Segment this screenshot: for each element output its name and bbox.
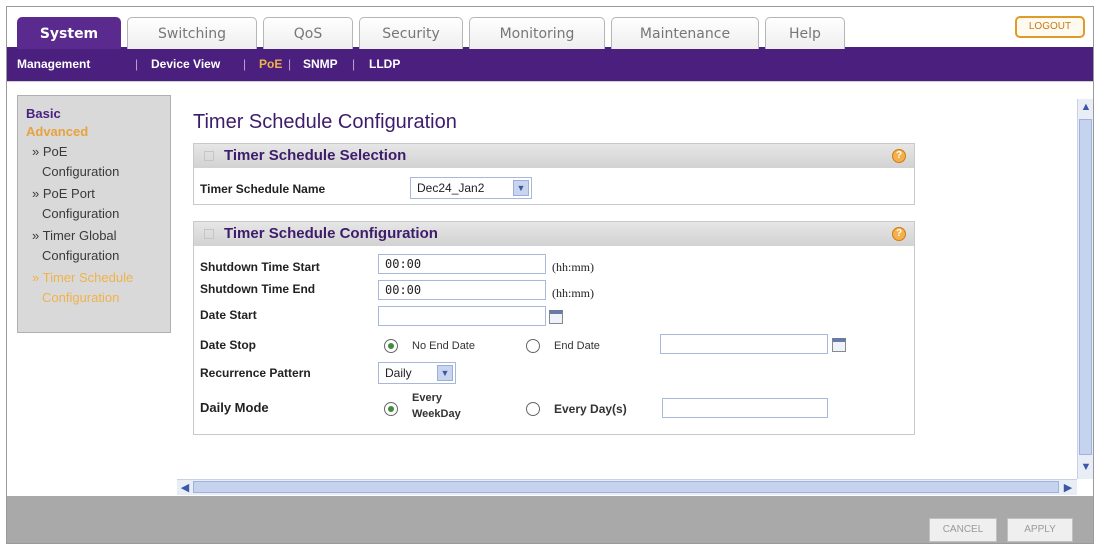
subnav-separator: | — [135, 57, 139, 71]
bullet-icon: » — [32, 270, 40, 285]
every-days-input[interactable] — [662, 398, 828, 418]
tab-system[interactable]: System — [17, 17, 121, 49]
end-date-label: End Date — [554, 340, 600, 352]
page-title: Timer Schedule Configuration — [193, 111, 457, 133]
no-end-date-radio[interactable] — [384, 339, 398, 353]
subnav-management[interactable]: Management — [17, 49, 90, 79]
top-tab-bar: System Switching QoS Security Monitoring… — [7, 7, 1093, 49]
tab-switching[interactable]: Switching — [127, 17, 257, 49]
panel-title: Timer Schedule Configuration — [224, 225, 438, 242]
horizontal-scrollbar[interactable]: ◀ ▶ — [177, 479, 1077, 495]
daily-mode-label: Daily Mode — [200, 400, 269, 415]
scroll-up-icon[interactable]: ▲ — [1079, 101, 1093, 113]
tab-monitoring[interactable]: Monitoring — [469, 17, 605, 49]
time-unit: (hh:mm) — [552, 286, 594, 300]
panel-title: Timer Schedule Selection — [224, 147, 407, 164]
left-menu: Basic Advanced » PoE Configuration » PoE… — [17, 95, 171, 333]
menu-item-timer-global-configuration[interactable]: » Timer Global Configuration — [32, 226, 119, 266]
tab-help[interactable]: Help — [765, 17, 845, 49]
end-date-radio[interactable] — [526, 339, 540, 353]
every-weekday-line: WeekDay — [412, 408, 461, 420]
cancel-button[interactable]: CANCEL — [929, 518, 997, 542]
shutdown-time-end-input[interactable]: 00:00 — [378, 280, 546, 300]
menu-item-label: Configuration — [42, 248, 120, 263]
subnav-separator: | — [352, 57, 356, 71]
app-window: System Switching QoS Security Monitoring… — [6, 6, 1094, 544]
subnav-separator: | — [243, 57, 247, 71]
tab-qos[interactable]: QoS — [263, 17, 353, 49]
selected-value: Daily — [385, 366, 412, 380]
grip-icon — [204, 229, 214, 239]
every-weekday-label: Every WeekDay — [412, 390, 461, 422]
chevron-down-icon: ▼ — [513, 180, 529, 196]
subnav-lldp[interactable]: LLDP — [369, 49, 400, 79]
subnav-device-view[interactable]: Device View — [151, 49, 220, 79]
subnav-poe[interactable]: PoE — [259, 49, 282, 79]
shutdown-time-end-label: Shutdown Time End — [200, 282, 316, 296]
menu-item-label: PoE Port — [42, 186, 95, 201]
date-stop-label: Date Stop — [200, 338, 257, 352]
menu-item-label: Timer Schedule — [42, 270, 134, 285]
every-days-label: Every Day(s) — [554, 402, 627, 416]
menu-item-label: Configuration — [42, 206, 120, 221]
timer-schedule-configuration-panel: Timer Schedule Configuration ? Shutdown … — [193, 221, 915, 435]
time-unit: (hh:mm) — [552, 260, 594, 274]
subnav-snmp[interactable]: SNMP — [303, 49, 338, 79]
no-end-date-label: No End Date — [412, 340, 475, 352]
grip-icon — [204, 151, 214, 161]
timer-schedule-name-label: Timer Schedule Name — [200, 182, 326, 196]
menu-item-label: Configuration — [42, 290, 120, 305]
shutdown-time-start-label: Shutdown Time Start — [200, 260, 320, 274]
menu-basic[interactable]: Basic — [26, 106, 61, 121]
shutdown-time-start-input[interactable]: 00:00 — [378, 254, 546, 274]
chevron-down-icon: ▼ — [437, 365, 453, 381]
horizontal-scroll-thumb[interactable] — [193, 481, 1059, 493]
help-icon[interactable]: ? — [892, 227, 906, 241]
selected-value: Dec24_Jan2 — [417, 181, 485, 195]
menu-item-label: PoE — [42, 144, 68, 159]
timer-schedule-name-select[interactable]: Dec24_Jan2 ▼ — [410, 177, 532, 199]
vertical-scroll-thumb[interactable] — [1079, 119, 1092, 455]
logout-button[interactable]: LOGOUT — [1015, 16, 1085, 38]
panel-header: Timer Schedule Configuration ? — [194, 222, 914, 246]
footer-bar: CANCEL APPLY — [7, 496, 1093, 543]
menu-advanced[interactable]: Advanced — [26, 124, 88, 139]
calendar-icon[interactable] — [832, 338, 846, 352]
apply-button[interactable]: APPLY — [1007, 518, 1073, 542]
end-date-input[interactable] — [660, 334, 828, 354]
panel-header: Timer Schedule Selection ? — [194, 144, 914, 168]
recurrence-pattern-select[interactable]: Daily ▼ — [378, 362, 456, 384]
subnav-separator: | — [288, 57, 292, 71]
timer-schedule-selection-panel: Timer Schedule Selection ? Timer Schedul… — [193, 143, 915, 205]
tab-security[interactable]: Security — [359, 17, 463, 49]
scroll-down-icon[interactable]: ▼ — [1079, 461, 1093, 473]
calendar-icon[interactable] — [549, 310, 563, 324]
bullet-icon: » — [32, 186, 40, 201]
menu-item-timer-schedule-configuration[interactable]: » Timer Schedule Configuration — [32, 268, 133, 308]
every-weekday-radio[interactable] — [384, 402, 398, 416]
menu-item-label: Configuration — [42, 164, 120, 179]
bullet-icon: » — [32, 228, 40, 243]
scroll-right-icon[interactable]: ▶ — [1061, 481, 1075, 494]
menu-item-poe-configuration[interactable]: » PoE Configuration — [32, 142, 119, 182]
sub-navigation: Management | Device View | PoE | SNMP | … — [7, 49, 1093, 81]
menu-item-label: Timer Global — [42, 228, 117, 243]
scroll-left-icon[interactable]: ◀ — [178, 481, 192, 494]
bullet-icon: » — [32, 144, 40, 159]
vertical-scrollbar[interactable]: ▲ ▼ — [1077, 99, 1093, 479]
menu-item-poe-port-configuration[interactable]: » PoE Port Configuration — [32, 184, 119, 224]
every-days-radio[interactable] — [526, 402, 540, 416]
date-start-label: Date Start — [200, 308, 257, 322]
help-icon[interactable]: ? — [892, 149, 906, 163]
recurrence-pattern-label: Recurrence Pattern — [200, 366, 311, 380]
tab-maintenance[interactable]: Maintenance — [611, 17, 759, 49]
date-start-input[interactable] — [378, 306, 546, 326]
every-weekday-line: Every — [412, 392, 442, 404]
